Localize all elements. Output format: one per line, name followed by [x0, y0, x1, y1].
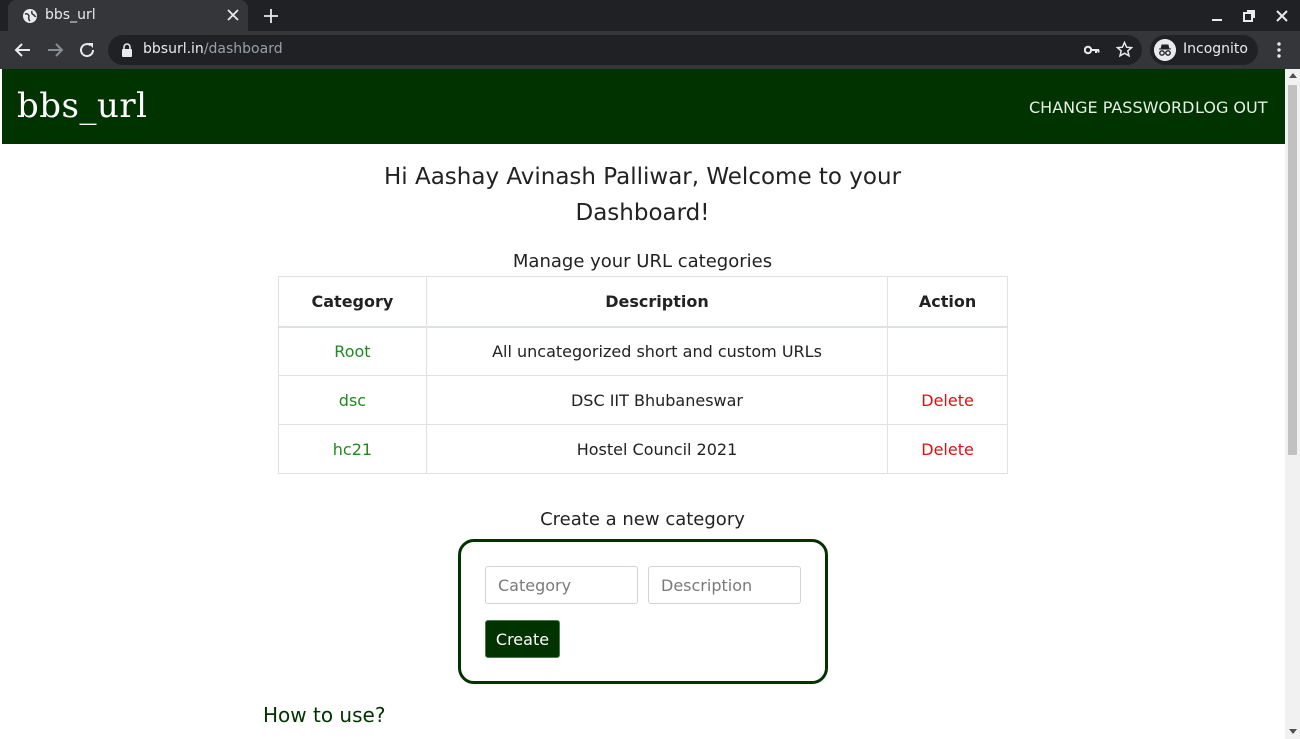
- category-input[interactable]: [485, 566, 638, 604]
- manage-categories-title: Manage your URL categories: [512, 251, 773, 272]
- description-input[interactable]: [648, 566, 801, 604]
- scrollbar-thumb[interactable]: [1288, 85, 1297, 455]
- forward-icon[interactable]: [46, 41, 64, 59]
- change-password-link[interactable]: CHANGE PASSWORD: [1029, 98, 1194, 117]
- site-navbar: bbs_url CHANGE PASSWORD LOG OUT: [2, 69, 1285, 144]
- browser-tab[interactable]: bbs_url: [8, 0, 248, 31]
- category-link-hc21[interactable]: hc21: [333, 440, 372, 459]
- scroll-down-arrow-icon[interactable]: [1289, 729, 1297, 734]
- url-host: bbsurl.in: [143, 41, 204, 57]
- page-viewport: bbs_url CHANGE PASSWORD LOG OUT Hi Aasha…: [0, 69, 1285, 739]
- log-out-link[interactable]: LOG OUT: [1195, 98, 1268, 117]
- scroll-up-arrow-icon[interactable]: [1289, 73, 1297, 78]
- new-tab-icon[interactable]: [262, 7, 280, 25]
- restore-icon[interactable]: [1241, 8, 1257, 24]
- lock-icon[interactable]: [120, 43, 134, 57]
- description-cell: DSC IIT Bhubaneswar: [425, 375, 889, 425]
- category-cell: hc21: [278, 424, 427, 474]
- welcome-heading: Hi Aashay Avinash Palliwar, Welcome to y…: [0, 159, 1285, 231]
- table-row: dsc DSC IIT Bhubaneswar Delete: [278, 375, 1008, 425]
- bookmark-star-icon[interactable]: [1116, 41, 1133, 58]
- kebab-menu-icon[interactable]: [1270, 41, 1288, 59]
- create-category-form: Create: [458, 539, 828, 684]
- action-cell: Delete: [887, 375, 1008, 425]
- brand-logo[interactable]: bbs_url: [17, 86, 148, 126]
- category-link-root[interactable]: Root: [334, 342, 370, 361]
- table-header-row: Category Description Action: [278, 276, 1008, 328]
- incognito-label: Incognito: [1183, 41, 1248, 57]
- category-link-dsc[interactable]: dsc: [339, 391, 366, 410]
- header-category: Category: [278, 276, 427, 328]
- back-icon[interactable]: [14, 41, 32, 59]
- close-tab-icon[interactable]: [226, 8, 240, 22]
- categories-table: Category Description Action Root All unc…: [278, 276, 1008, 474]
- delete-link-hc21[interactable]: Delete: [921, 440, 974, 459]
- table-row: hc21 Hostel Council 2021 Delete: [278, 424, 1008, 474]
- welcome-line-2: Dashboard!: [575, 200, 710, 226]
- minimize-icon[interactable]: [1209, 8, 1225, 24]
- key-icon[interactable]: [1084, 43, 1100, 57]
- tab-title: bbs_url: [45, 7, 96, 23]
- browser-toolbar: bbsurl.in/dashboard Incognito: [0, 31, 1300, 69]
- action-cell: [887, 326, 1008, 376]
- category-cell: Root: [278, 326, 427, 376]
- table-row: Root All uncategorized short and custom …: [278, 326, 1008, 376]
- welcome-line-1: Hi Aashay Avinash Palliwar, Welcome to y…: [383, 164, 902, 190]
- address-bar[interactable]: bbsurl.in/dashboard: [108, 35, 1142, 65]
- browser-tab-bar: bbs_url: [0, 0, 1300, 31]
- header-description: Description: [425, 276, 889, 328]
- reload-icon[interactable]: [78, 41, 96, 59]
- description-cell: All uncategorized short and custom URLs: [425, 326, 889, 376]
- create-category-title: Create a new category: [540, 509, 745, 530]
- url-text: bbsurl.in/dashboard: [143, 41, 283, 57]
- header-action: Action: [887, 276, 1008, 328]
- delete-link-dsc[interactable]: Delete: [921, 391, 974, 410]
- url-path: /dashboard: [203, 41, 283, 57]
- incognito-icon: [1154, 39, 1176, 61]
- incognito-badge[interactable]: Incognito: [1150, 35, 1258, 65]
- how-to-use-heading: How to use?: [263, 703, 386, 727]
- globe-icon: [23, 9, 37, 23]
- action-cell: Delete: [887, 424, 1008, 474]
- category-cell: dsc: [278, 375, 427, 425]
- page-scrollbar[interactable]: [1285, 69, 1300, 739]
- create-button[interactable]: Create: [485, 620, 560, 658]
- description-cell: Hostel Council 2021: [425, 424, 889, 474]
- close-window-icon[interactable]: [1274, 8, 1290, 24]
